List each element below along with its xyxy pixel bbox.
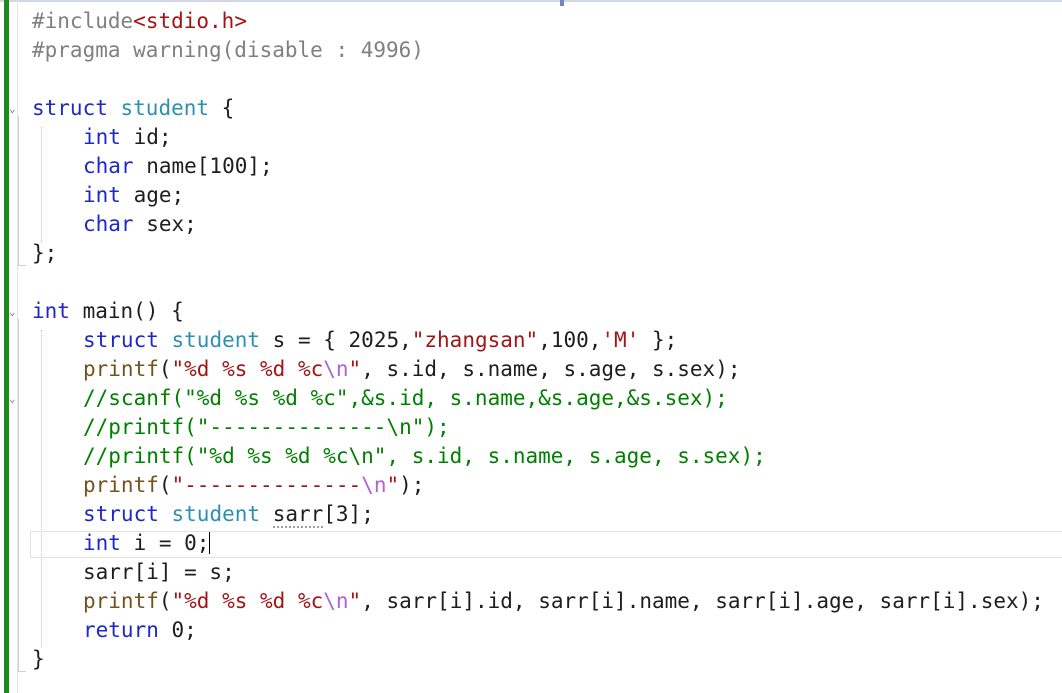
keyword: struct [32, 96, 108, 120]
string-literal: " [348, 357, 362, 381]
code-line-19[interactable]: int i = 0; [32, 529, 1044, 558]
type-name: student [171, 328, 261, 352]
include-header: stdio.h [145, 9, 235, 33]
comment: //printf("%d %s %d %c\n", s.id, s.name, … [83, 444, 766, 468]
string-literal: " [348, 589, 362, 613]
code-line-2[interactable]: #pragma warning(disable : 4996) [32, 36, 1044, 65]
fold-toggle-icon[interactable]: ⌄ [9, 103, 19, 114]
main-block-guide [18, 319, 26, 672]
code-line-15[interactable]: //printf("--------------\n"); [32, 413, 1044, 442]
keyword: struct [83, 328, 159, 352]
code-line-13[interactable]: printf("%d %s %d %c\n", s.id, s.name, s.… [32, 355, 1044, 384]
editor-top-border [0, 0, 1062, 6]
keyword: int [83, 531, 121, 555]
top-tab-edge [560, 0, 564, 6]
fold-toggle-icon[interactable]: ⌄ [9, 306, 19, 317]
string-literal: "%d %s %d %c [171, 357, 324, 381]
code-text: , sarr[i].id, sarr[i].name, sarr[i].age,… [361, 589, 1044, 613]
code-text: }; [32, 241, 58, 265]
code-line-3[interactable] [32, 65, 1044, 94]
code-text: age; [120, 183, 185, 207]
code-text: ( [158, 473, 172, 497]
keyword: return [83, 618, 159, 642]
code-line-16[interactable]: //printf("%d %s %d %c\n", s.id, s.name, … [32, 442, 1044, 471]
code-line-1[interactable]: #include<stdio.h> [32, 7, 1044, 36]
code-line-22[interactable]: return 0; [32, 616, 1044, 645]
variable-with-hint[interactable]: sarr [272, 502, 324, 528]
function-name: printf [83, 473, 159, 497]
include-bracket: < [133, 9, 146, 33]
code-line-20[interactable]: sarr[i] = s; [32, 558, 1044, 587]
function-name: printf [83, 589, 159, 613]
string-literal: " [386, 473, 400, 497]
type-name: student [120, 96, 210, 120]
function-name: printf [83, 357, 159, 381]
code-line-21[interactable]: printf("%d %s %d %c\n", sarr[i].id, sarr… [32, 587, 1044, 616]
keyword: char [83, 212, 134, 236]
code-text: id; [120, 125, 172, 149]
code-line-14[interactable]: //scanf("%d %s %d %c",&s.id, s.name,&s.a… [32, 384, 1044, 413]
keyword: struct [83, 502, 159, 526]
code-line-8[interactable]: char sex; [32, 210, 1044, 239]
code-editor[interactable]: ⌄ ⌄ ⌄ #include<stdio.h> #pragma warning(… [0, 0, 1062, 693]
include-bracket: > [234, 9, 247, 33]
code-text: ( [158, 357, 172, 381]
preprocessor-directive: #include [32, 9, 134, 33]
code-text: i = 0; [120, 531, 210, 555]
code-line-9[interactable]: }; [32, 239, 1044, 268]
code-line-6[interactable]: char name[100]; [32, 152, 1044, 181]
escape-sequence: \n [323, 357, 349, 381]
code-text: main() { [69, 299, 184, 323]
type-name: student [171, 502, 261, 526]
code-text: } [32, 647, 45, 671]
preprocessor-directive: #pragma warning [32, 38, 222, 62]
code-line-7[interactable]: int age; [32, 181, 1044, 210]
code-line-4[interactable]: struct student { [32, 94, 1044, 123]
code-text: 0; [158, 618, 197, 642]
code-text: { [209, 96, 235, 120]
string-literal: "zhangsan" [411, 328, 539, 352]
code-text: ); [399, 473, 425, 497]
code-area[interactable]: #include<stdio.h> #pragma warning(disabl… [32, 7, 1044, 674]
code-text: [3]; [323, 502, 374, 526]
struct-block-guide [18, 116, 26, 266]
code-line-12[interactable]: struct student s = { 2025,"zhangsan",100… [32, 326, 1044, 355]
code-line-10[interactable] [32, 268, 1044, 297]
comment: //scanf("%d %s %d %c",&s.id, s.name,&s.a… [83, 386, 728, 410]
code-text: s = { 2025, [260, 328, 412, 352]
char-literal: 'M' [601, 328, 640, 352]
keyword: int [83, 125, 121, 149]
escape-sequence: \n [361, 473, 387, 497]
keyword: int [83, 183, 121, 207]
keyword: int [32, 299, 70, 323]
code-text: sarr[i] = s; [83, 560, 235, 584]
code-line-17[interactable]: printf("--------------\n"); [32, 471, 1044, 500]
code-line-5[interactable]: int id; [32, 123, 1044, 152]
pragma-args: (disable : 4996) [221, 38, 424, 62]
code-text: ,100, [538, 328, 602, 352]
comment: //printf("--------------\n"); [83, 415, 450, 439]
top-rule [0, 0, 1062, 2]
code-text: , s.id, s.name, s.age, s.sex); [361, 357, 741, 381]
code-text: ( [158, 589, 172, 613]
code-line-11[interactable]: int main() { [32, 297, 1044, 326]
keyword: char [83, 154, 134, 178]
escape-sequence: \n [323, 589, 349, 613]
code-line-18[interactable]: struct student sarr[3]; [32, 500, 1044, 529]
string-literal: "-------------- [171, 473, 362, 497]
code-text: name[100]; [133, 154, 273, 178]
string-literal: "%d %s %d %c [171, 589, 324, 613]
code-text: sex; [133, 212, 197, 236]
text-caret [209, 532, 211, 554]
code-line-23[interactable]: } [32, 645, 1044, 674]
code-text: }; [639, 328, 678, 352]
